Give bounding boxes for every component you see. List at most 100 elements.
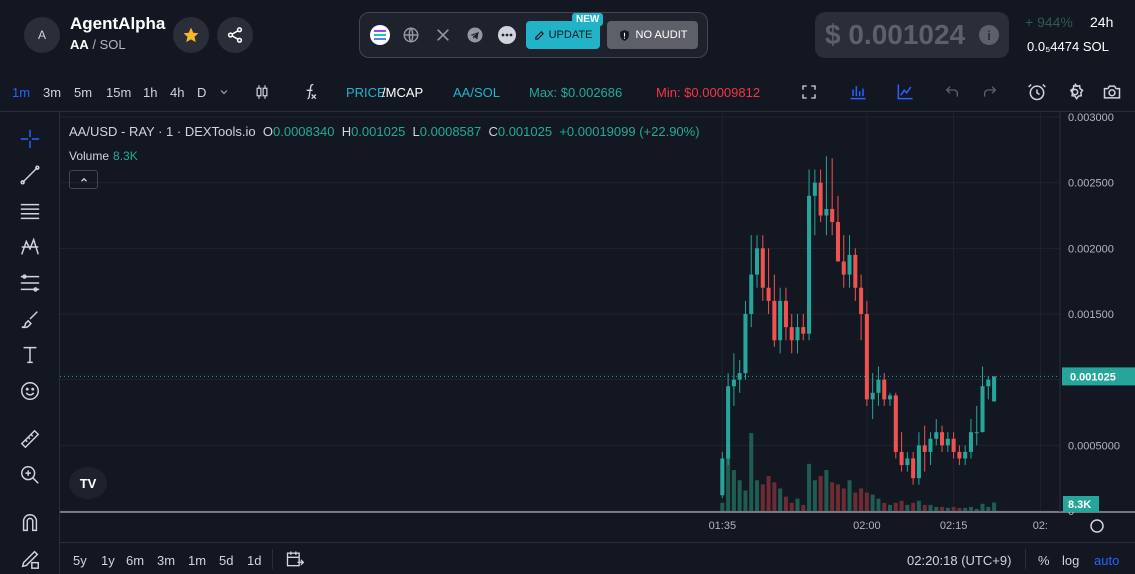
timeframe-chevron-down-icon[interactable] <box>214 82 234 102</box>
candle-body <box>992 376 997 402</box>
crosshair-icon[interactable] <box>17 126 43 152</box>
volume-bar <box>992 502 997 511</box>
timeframe-1m[interactable]: 1m <box>12 85 30 100</box>
timeframe-5m[interactable]: 5m <box>74 85 92 100</box>
alert-clock-icon[interactable] <box>1027 82 1047 102</box>
candle-body <box>841 261 846 275</box>
volume-bar <box>864 492 869 511</box>
range-6m[interactable]: 6m <box>126 553 144 568</box>
chart-style-line-icon[interactable] <box>895 82 915 102</box>
price-toggle[interactable]: PRICE <box>346 85 386 100</box>
scale-settings-icon[interactable] <box>1090 519 1104 533</box>
volume-bar <box>807 463 812 511</box>
magnet-icon[interactable] <box>17 510 43 536</box>
timeframe-15m[interactable]: 15m <box>106 85 131 100</box>
candle-body <box>957 451 962 459</box>
volume-bar <box>916 500 921 511</box>
no-audit-button[interactable]: NO AUDIT <box>607 21 698 49</box>
legend-low-label: L <box>412 124 420 139</box>
x-tick-label: 02: <box>1033 520 1048 532</box>
candle-body <box>731 379 736 387</box>
percent-scale-toggle[interactable]: % <box>1038 553 1050 568</box>
volume-bar <box>963 507 968 511</box>
volume-bar <box>841 488 846 511</box>
tradingview-logo[interactable]: TV <box>69 467 107 499</box>
collapse-legend-button[interactable] <box>69 170 98 189</box>
range-5y[interactable]: 5y <box>73 553 87 568</box>
legend-close: 0.001025 <box>497 124 553 139</box>
timeframe-1h[interactable]: 1h <box>143 85 157 100</box>
candle-body <box>772 300 777 341</box>
range-3m[interactable]: 3m <box>157 553 175 568</box>
timeframe-4h[interactable]: 4h <box>170 85 184 100</box>
candle-body <box>963 451 968 459</box>
undo-icon[interactable] <box>942 82 962 102</box>
candle-body <box>934 432 939 439</box>
x-twitter-icon[interactable] <box>432 24 454 46</box>
ruler-measure-icon[interactable] <box>17 426 43 452</box>
website-globe-icon[interactable] <box>400 24 422 46</box>
brush-icon[interactable] <box>17 306 43 332</box>
volume-bar <box>812 480 817 511</box>
drawing-tools-sidebar <box>0 112 60 574</box>
timeframe-3m[interactable]: 3m <box>43 85 61 100</box>
volume-bar <box>731 470 736 511</box>
indicators-fx-icon[interactable] <box>300 82 320 102</box>
timeframe-d[interactable]: D <box>197 85 206 100</box>
redo-icon[interactable] <box>980 82 1000 102</box>
price-chart[interactable]: 0.0030000.0025000.0020000.0015000.001000… <box>60 112 1135 542</box>
volume-bar <box>853 492 858 511</box>
range-5d[interactable]: 5d <box>219 553 233 568</box>
legend-symbol: AA/USD - RAY · 1 · DEXTools.io <box>69 124 256 139</box>
text-tool-icon[interactable] <box>17 342 43 368</box>
telegram-icon[interactable] <box>464 24 486 46</box>
horizontal-lines-icon[interactable] <box>17 198 43 224</box>
max-price: Max: $0.002686 <box>529 85 623 100</box>
change-percent: + 944% <box>1025 14 1073 30</box>
pattern-tool-icon[interactable] <box>17 234 43 260</box>
volume-bar <box>818 476 823 511</box>
candle-body <box>928 438 933 452</box>
favorite-button[interactable] <box>173 17 209 53</box>
volume-bar <box>893 502 898 511</box>
info-icon[interactable]: i <box>979 25 999 45</box>
more-options-icon[interactable] <box>496 24 518 46</box>
chart-style-bars-icon[interactable] <box>848 82 868 102</box>
goto-date-icon[interactable] <box>285 549 305 574</box>
volume-bar <box>749 433 754 511</box>
camera-screenshot-icon[interactable] <box>1102 82 1122 102</box>
lock-drawing-icon[interactable] <box>17 546 43 572</box>
settings-gear-icon[interactable] <box>1065 82 1085 102</box>
volume-bar <box>847 480 852 511</box>
volume-bar <box>980 503 985 511</box>
trend-line-icon[interactable] <box>17 162 43 188</box>
fullscreen-icon[interactable] <box>799 82 819 102</box>
pair-toggle[interactable]: AA/SOL <box>453 85 500 100</box>
range-1d[interactable]: 1d <box>247 553 261 568</box>
legend-high: 0.001025 <box>351 124 406 139</box>
zoom-in-icon[interactable] <box>17 462 43 488</box>
chart-app: A AgentAlpha AA / SOL UPDATE NEW NO AUDI… <box>0 0 1135 574</box>
candle-body <box>986 379 991 387</box>
volume-bar <box>882 502 887 511</box>
range-1y[interactable]: 1y <box>101 553 115 568</box>
fib-retracement-icon[interactable] <box>17 270 43 296</box>
candle-body <box>940 432 945 446</box>
update-label: UPDATE <box>548 29 593 41</box>
candle-type-icon[interactable] <box>252 82 272 102</box>
range-1m[interactable]: 1m <box>188 553 206 568</box>
volume-bar <box>905 504 910 511</box>
share-button[interactable] <box>217 17 253 53</box>
candle-body <box>916 445 921 479</box>
candle-body <box>905 458 910 466</box>
volume-bar <box>940 506 945 511</box>
clock-timezone[interactable]: 02:20:18 (UTC+9) <box>907 553 1011 568</box>
solana-icon[interactable] <box>369 24 391 46</box>
log-scale-toggle[interactable]: log <box>1062 553 1079 568</box>
mcap-toggle[interactable]: /MCAP <box>382 85 423 100</box>
volume-bar <box>968 506 973 511</box>
emoji-smiley-icon[interactable] <box>17 378 43 404</box>
candle-body <box>974 432 979 434</box>
auto-scale-toggle[interactable]: auto <box>1094 553 1119 568</box>
candle-body <box>720 458 725 496</box>
